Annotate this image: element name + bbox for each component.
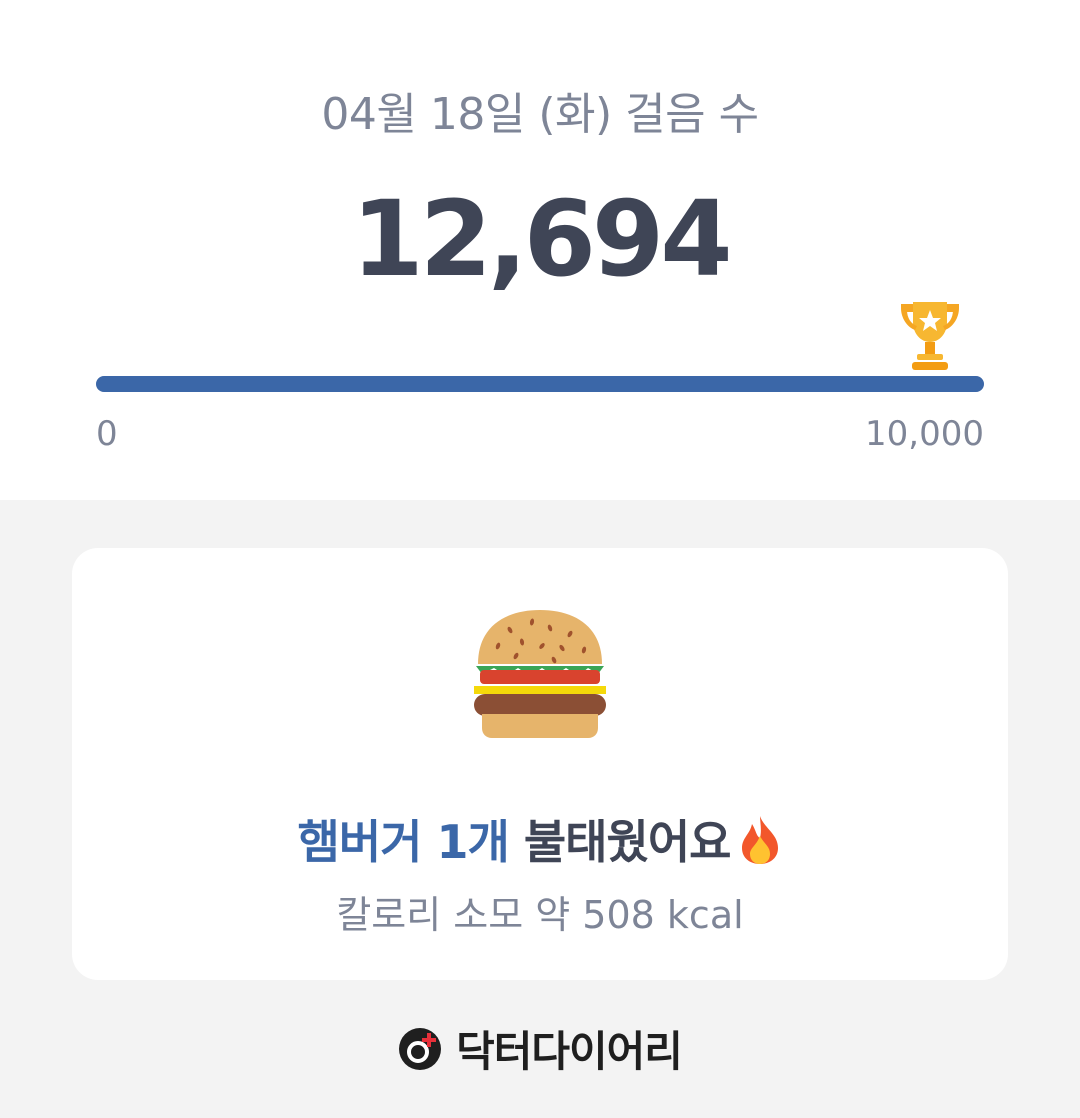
trophy-icon	[901, 302, 959, 370]
progress-fill	[96, 376, 984, 392]
calorie-burn-message: 햄버거 1개 불태웠어요	[0, 806, 1080, 872]
brand-name: 닥터다이어리	[456, 1027, 683, 1076]
fire-icon	[742, 816, 779, 864]
doctor-diary-logo-icon	[399, 1027, 442, 1070]
step-count: 12,694	[351, 178, 732, 300]
progress-track	[96, 376, 984, 392]
date-title: 04월 18일 (화) 걸음 수	[321, 89, 759, 140]
food-highlight: 햄버거 1개	[297, 815, 510, 869]
calorie-amount: 칼로리 소모 약 508 kcal	[336, 893, 744, 937]
progress-max-label: 10,000	[865, 414, 984, 454]
progress-min-label: 0	[96, 414, 118, 454]
burn-text: 불태웠어요	[508, 815, 732, 869]
brand-footer: 닥터다이어리	[0, 1018, 1080, 1079]
hamburger-icon	[474, 610, 606, 738]
steps-section: 04월 18일 (화) 걸음 수 12,694 0 10,000	[0, 0, 1080, 500]
